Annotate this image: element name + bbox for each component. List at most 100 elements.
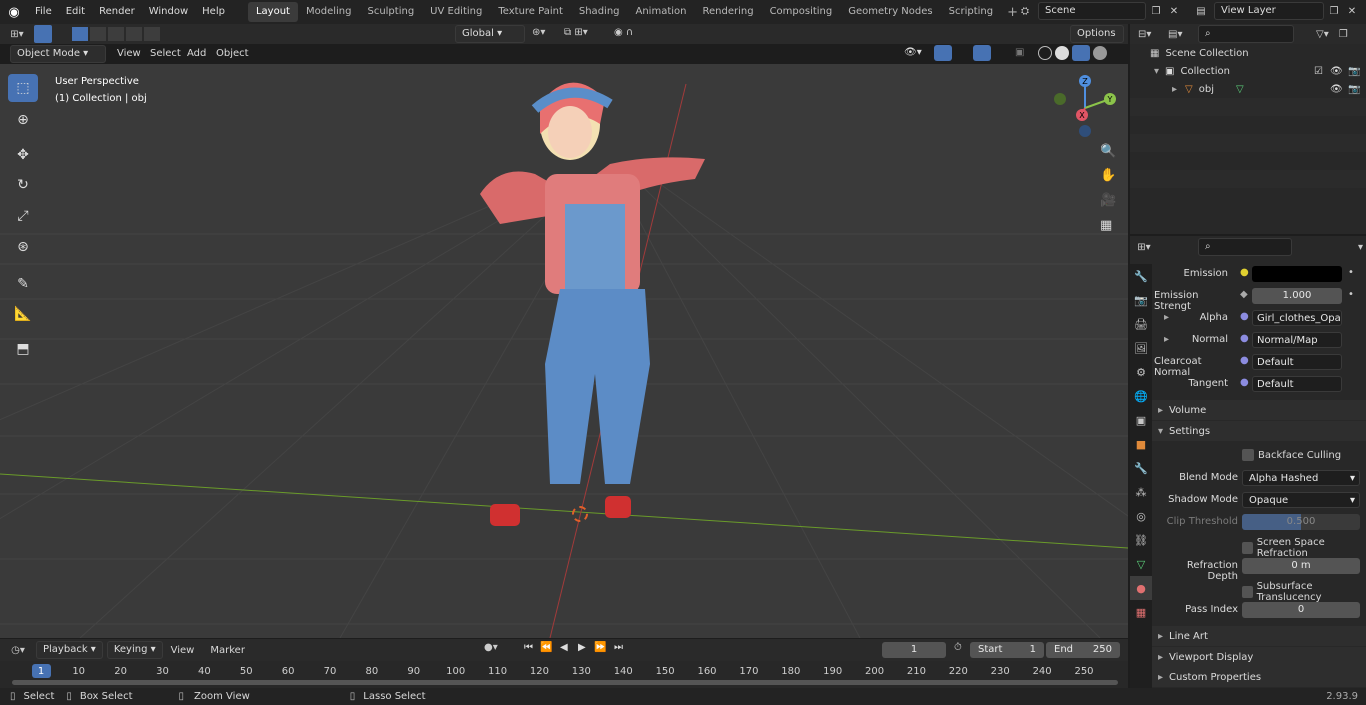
outliner-editor-icon[interactable]: ⊟▾ bbox=[1138, 29, 1168, 40]
select-mode-extend-icon[interactable] bbox=[90, 27, 106, 41]
particles-tab-icon[interactable]: ⁂ bbox=[1130, 480, 1152, 504]
emission-color-swatch[interactable] bbox=[1252, 266, 1342, 282]
modifier-tab-icon[interactable]: 🔧 bbox=[1130, 456, 1152, 480]
select-mode-new-icon[interactable] bbox=[72, 27, 88, 41]
zoom-view-icon[interactable]: 🔍 bbox=[1100, 144, 1116, 159]
view-layer-icon[interactable]: ▤ bbox=[1188, 6, 1214, 17]
scene-icon[interactable]: ⛭ bbox=[1012, 6, 1038, 17]
menu-edit[interactable]: Edit bbox=[59, 2, 92, 22]
checkbox-icon[interactable] bbox=[1242, 542, 1253, 554]
orientation-dropdown[interactable]: Global ▾ bbox=[455, 25, 525, 43]
view-layer-tab-icon[interactable]: 🖼 bbox=[1130, 336, 1152, 360]
refraction-depth-field[interactable]: 0 m bbox=[1242, 558, 1360, 574]
constraints-tab-icon[interactable]: ⛓ bbox=[1130, 528, 1152, 552]
current-frame-field[interactable]: 1 bbox=[882, 642, 946, 658]
filter-icon[interactable]: ▽▾ bbox=[1316, 29, 1329, 40]
navigation-gizmo[interactable]: Z Y X bbox=[1050, 73, 1120, 143]
custom-properties-panel-header[interactable]: ▸ Custom Properties bbox=[1152, 667, 1366, 687]
outliner-item-obj[interactable]: ▸ ▽ obj ▽ 👁 📷 bbox=[1130, 80, 1366, 98]
add-cube-tool-icon[interactable]: ⬒ bbox=[8, 335, 38, 363]
keying-menu[interactable]: Keying ▾ bbox=[106, 641, 163, 659]
menu-marker[interactable]: Marker bbox=[210, 645, 245, 656]
expand-icon[interactable]: ▾ bbox=[1154, 66, 1159, 77]
backface-culling-checkbox[interactable]: Backface Culling bbox=[1242, 449, 1341, 461]
normal-link-field[interactable]: Normal/Map bbox=[1252, 332, 1342, 348]
start-frame-field[interactable]: Start 1 bbox=[970, 642, 1044, 658]
output-tab-icon[interactable]: 🖨 bbox=[1130, 312, 1152, 336]
tab-uv-editing[interactable]: UV Editing bbox=[422, 2, 490, 22]
display-mode-icon[interactable]: ▤▾ bbox=[1168, 29, 1198, 40]
properties-editor-icon[interactable]: ⊞▾ bbox=[1130, 242, 1158, 253]
object-tab-icon[interactable]: ■ bbox=[1130, 432, 1152, 456]
preview-range-icon[interactable]: ⏱ bbox=[954, 642, 962, 653]
jump-keyframe-forward-icon[interactable]: ⏩ bbox=[594, 642, 606, 653]
pass-index-field[interactable]: 0 bbox=[1242, 602, 1360, 618]
scene-tab-icon[interactable]: ⚙ bbox=[1130, 360, 1152, 384]
gizmo-toggle-icon[interactable] bbox=[934, 45, 952, 61]
jump-end-icon[interactable]: ⏭ bbox=[614, 642, 623, 653]
viewport-display-panel-header[interactable]: ▸ Viewport Display bbox=[1152, 647, 1366, 667]
end-frame-field[interactable]: End 250 bbox=[1046, 642, 1120, 658]
tangent-field[interactable]: Default bbox=[1252, 376, 1342, 392]
alpha-link-field[interactable]: Girl_clothes_Opacity... bbox=[1252, 310, 1342, 326]
menu-render[interactable]: Render bbox=[92, 2, 142, 22]
timeline-scrollbar[interactable] bbox=[12, 680, 1118, 685]
annotate-tool-icon[interactable]: ✎ bbox=[8, 270, 38, 298]
properties-search-input[interactable]: ⌕ bbox=[1198, 238, 1292, 256]
menu-object[interactable]: Object bbox=[216, 48, 249, 59]
transform-tool-icon[interactable]: ⊛ bbox=[8, 233, 38, 261]
new-view-layer-icon[interactable]: ❐ bbox=[1324, 6, 1344, 17]
render-tab-icon[interactable]: 📷 bbox=[1130, 288, 1152, 312]
auto-keying-icon[interactable]: ●▾ bbox=[484, 642, 498, 653]
blender-logo-icon[interactable]: ◉ bbox=[0, 5, 28, 20]
shading-rendered-icon[interactable] bbox=[1093, 46, 1107, 60]
subsurface-translucency-checkbox[interactable]: Subsurface Translucency bbox=[1242, 581, 1366, 603]
clip-threshold-slider[interactable]: 0.500 bbox=[1242, 514, 1360, 530]
checkbox-icon[interactable] bbox=[1242, 586, 1253, 598]
menu-file[interactable]: File bbox=[28, 2, 59, 22]
visibility-eye-icon[interactable]: 👁 bbox=[1330, 66, 1343, 77]
select-tool-icon[interactable]: ⬚ bbox=[8, 74, 38, 102]
visibility-icon[interactable]: 👁▾ bbox=[904, 47, 922, 58]
delete-scene-icon[interactable]: ✕ bbox=[1166, 6, 1182, 17]
timeline-editor-icon[interactable]: ◷▾ bbox=[0, 645, 36, 656]
tab-geometry-nodes[interactable]: Geometry Nodes bbox=[840, 2, 940, 22]
tab-sculpting[interactable]: Sculpting bbox=[359, 2, 422, 22]
render-camera-icon[interactable]: 📷 bbox=[1348, 84, 1360, 95]
world-tab-icon[interactable]: 🌐 bbox=[1130, 384, 1152, 408]
tab-scripting[interactable]: Scripting bbox=[941, 2, 1001, 22]
menu-view[interactable]: View bbox=[117, 48, 141, 59]
select-mode-invert-icon[interactable] bbox=[126, 27, 142, 41]
tab-texture-paint[interactable]: Texture Paint bbox=[490, 2, 571, 22]
pan-view-icon[interactable]: ✋ bbox=[1100, 168, 1116, 183]
menu-add[interactable]: Add bbox=[187, 48, 206, 59]
delete-view-layer-icon[interactable]: ✕ bbox=[1344, 6, 1360, 17]
data-tab-icon[interactable]: ▽ bbox=[1130, 552, 1152, 576]
scale-tool-icon[interactable]: ⤢ bbox=[8, 202, 38, 230]
physics-tab-icon[interactable]: ◎ bbox=[1130, 504, 1152, 528]
expand-icon[interactable]: ▸ bbox=[1172, 84, 1177, 95]
proportional-edit-icon[interactable]: ◉ ∩ bbox=[614, 27, 633, 38]
screen-space-refraction-checkbox[interactable]: Screen Space Refraction bbox=[1242, 537, 1366, 559]
mode-dropdown[interactable]: Object Mode ▾ bbox=[10, 45, 106, 63]
tab-rendering[interactable]: Rendering bbox=[694, 2, 761, 22]
tool-select-icon[interactable] bbox=[34, 25, 52, 43]
emission-strength-field[interactable]: 1.000 bbox=[1252, 288, 1342, 304]
character-model[interactable] bbox=[440, 64, 740, 534]
view-layer-field[interactable]: View Layer bbox=[1214, 2, 1324, 20]
checkbox-icon[interactable] bbox=[1242, 449, 1254, 461]
menu-help[interactable]: Help bbox=[195, 2, 232, 22]
line-art-panel-header[interactable]: ▸ Line Art bbox=[1152, 626, 1366, 646]
shadow-mode-dropdown[interactable]: Opaque ▾ bbox=[1242, 492, 1360, 508]
overlay-toggle-icon[interactable] bbox=[973, 45, 991, 61]
shading-wireframe-icon[interactable] bbox=[1038, 46, 1052, 60]
play-icon[interactable]: ▶ bbox=[578, 642, 586, 653]
select-mode-intersect-icon[interactable] bbox=[144, 27, 160, 41]
keyframe-dot-icon[interactable]: • bbox=[1348, 289, 1354, 300]
3d-cursor[interactable] bbox=[572, 506, 588, 522]
visibility-eye-icon[interactable]: 👁 bbox=[1330, 84, 1343, 95]
shading-solid-icon[interactable] bbox=[1055, 46, 1069, 60]
select-mode-subtract-icon[interactable] bbox=[108, 27, 124, 41]
texture-tab-icon[interactable]: ▦ bbox=[1130, 600, 1152, 624]
tab-compositing[interactable]: Compositing bbox=[762, 2, 841, 22]
